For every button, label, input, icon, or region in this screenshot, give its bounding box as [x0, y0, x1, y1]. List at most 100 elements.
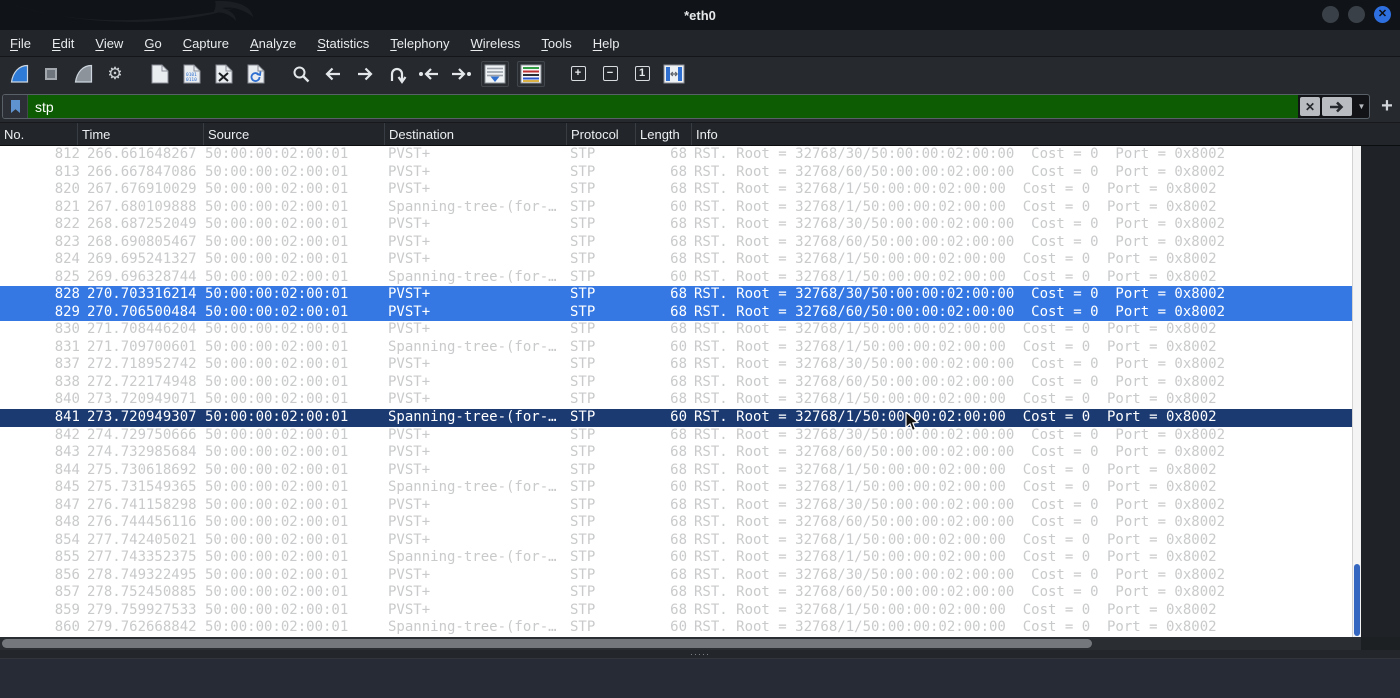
cell-time: 275.730618692 [87, 461, 197, 478]
cell-source: 50:00:00:02:00:01 [205, 531, 349, 548]
menu-file[interactable]: File [10, 36, 31, 51]
packet-row-840[interactable]: 840 273.720949071 50:00:00:02:00:01 PVST+ ST… [0, 391, 1352, 409]
cell-no: 855 [54, 549, 80, 566]
scrollbar-corner [1361, 637, 1400, 650]
packet-row-837[interactable]: 837 272.718952742 50:00:00:02:00:01 PVST+ ST… [0, 356, 1352, 374]
packet-row-847[interactable]: 847 276.741158298 50:00:00:02:00:01 PVST+ ST… [0, 497, 1352, 515]
stop-capture-icon[interactable] [39, 61, 63, 87]
find-packet-icon[interactable] [289, 61, 313, 87]
packet-row-859[interactable]: 859 279.759927533 50:00:00:02:00:01 PVST+ ST… [0, 602, 1352, 620]
cell-protocol: STP [570, 163, 596, 180]
packet-row-831[interactable]: 831 271.709700601 50:00:00:02:00:01 Spannin… [0, 339, 1352, 357]
cell-no: 844 [54, 461, 80, 478]
menu-edit[interactable]: Edit [52, 36, 74, 51]
apply-filter-icon[interactable] [1322, 97, 1352, 116]
previous-packet-icon[interactable] [417, 61, 441, 87]
packet-details-pane[interactable] [0, 658, 1400, 698]
packet-row-824[interactable]: 824 269.695241327 50:00:00:02:00:01 PVST+ ST… [0, 251, 1352, 269]
menu-tools[interactable]: Tools [541, 36, 571, 51]
packet-row-855[interactable]: 855 277.743352375 50:00:00:02:00:01 Spannin… [0, 549, 1352, 567]
menu-telephony[interactable]: Telephony [390, 36, 449, 51]
column-header-no[interactable]: No. [0, 123, 77, 145]
cell-source: 50:00:00:02:00:01 [205, 584, 349, 601]
zoom-in-icon[interactable]: + [566, 61, 590, 87]
normal-size-icon[interactable]: 1 [630, 61, 654, 87]
vertical-scrollbar[interactable] [1352, 146, 1361, 637]
packet-row-821[interactable]: 821 267.680109888 50:00:00:02:00:01 Spannin… [0, 199, 1352, 217]
start-capture-icon[interactable] [7, 61, 31, 87]
cell-time: 272.718952742 [87, 356, 197, 373]
menu-go[interactable]: Go [144, 36, 161, 51]
packet-row-854[interactable]: 854 277.742405021 50:00:00:02:00:01 PVST+ ST… [0, 532, 1352, 550]
next-packet-icon[interactable] [449, 61, 473, 87]
packet-row-838[interactable]: 838 272.722174948 50:00:00:02:00:01 PVST+ ST… [0, 374, 1352, 392]
colorize-icon[interactable] [517, 60, 545, 87]
go-to-packet-icon[interactable] [385, 61, 409, 87]
column-header-protocol[interactable]: Protocol [566, 123, 635, 145]
column-header-source[interactable]: Source [203, 123, 384, 145]
packet-row-820[interactable]: 820 267.676910029 50:00:00:02:00:01 PVST+ ST… [0, 181, 1352, 199]
clear-filter-icon[interactable]: ✕ [1300, 97, 1320, 116]
cell-no: 830 [54, 321, 80, 338]
auto-scroll-icon[interactable] [481, 60, 509, 87]
bookmark-icon[interactable] [3, 95, 28, 118]
packet-row-844[interactable]: 844 275.730618692 50:00:00:02:00:01 PVST+ ST… [0, 462, 1352, 480]
column-header-destination[interactable]: Destination [384, 123, 566, 145]
packet-row-828[interactable]: 828 270.703316214 50:00:00:02:00:01 PVST+ ST… [0, 286, 1352, 304]
packet-row-813[interactable]: 813 266.667847086 50:00:00:02:00:01 PVST+ ST… [0, 164, 1352, 182]
menu-wireless[interactable]: Wireless [471, 36, 521, 51]
zoom-out-icon[interactable]: − [598, 61, 622, 87]
maximize-button[interactable] [1348, 6, 1365, 23]
packet-row-823[interactable]: 823 268.690805467 50:00:00:02:00:01 PVST+ ST… [0, 234, 1352, 252]
cell-protocol: STP [570, 601, 596, 618]
pane-splitter[interactable] [0, 650, 1400, 658]
packet-row-825[interactable]: 825 269.696328744 50:00:00:02:00:01 Spannin… [0, 269, 1352, 287]
packet-row-830[interactable]: 830 271.708446204 50:00:00:02:00:01 PVST+ ST… [0, 321, 1352, 339]
cell-destination: PVST+ [388, 146, 431, 162]
packet-row-841[interactable]: 841 273.720949307 50:00:00:02:00:01 Spannin… [0, 408, 1352, 427]
cell-length: 68 [670, 286, 687, 303]
horizontal-scrollbar-thumb[interactable] [2, 639, 1092, 648]
cell-source: 50:00:00:02:00:01 [205, 373, 349, 390]
cell-time: 269.696328744 [87, 268, 197, 285]
close-file-icon[interactable] [212, 61, 236, 87]
dropdown-caret-icon[interactable]: ▼ [1354, 95, 1369, 118]
column-header-length[interactable]: Length [635, 123, 691, 145]
menu-help[interactable]: Help [593, 36, 620, 51]
menu-analyze[interactable]: Analyze [250, 36, 296, 51]
restart-capture-icon[interactable] [71, 61, 95, 87]
open-file-icon[interactable] [148, 61, 172, 87]
resize-columns-icon[interactable] [662, 61, 686, 87]
splitter-handle-icon[interactable] [690, 651, 710, 657]
cell-info: RST. Root = 32768/1/50:00:00:02:00:00 Co… [694, 531, 1217, 548]
cell-info: RST. Root = 32768/30/50:00:00:02:00:00 C… [694, 356, 1226, 373]
title-bar[interactable]: *eth0 ✕ [0, 0, 1400, 30]
minimize-button[interactable] [1322, 6, 1339, 23]
menu-capture[interactable]: Capture [183, 36, 229, 51]
go-back-icon[interactable] [321, 61, 345, 87]
packet-row-812[interactable]: 812 266.661648267 50:00:00:02:00:01 PVST+ ST… [0, 146, 1352, 164]
vertical-scrollbar-thumb[interactable] [1354, 564, 1360, 636]
packet-row-860[interactable]: 860 279.762668842 50:00:00:02:00:01 Spannin… [0, 619, 1352, 637]
cell-info: RST. Root = 32768/30/50:00:00:02:00:00 C… [694, 216, 1226, 233]
menu-view[interactable]: View [95, 36, 123, 51]
packet-row-829[interactable]: 829 270.706500484 50:00:00:02:00:01 PVST+ ST… [0, 303, 1352, 322]
capture-options-icon[interactable]: ⚙ [103, 61, 127, 87]
menu-statistics[interactable]: Statistics [317, 36, 369, 51]
display-filter-input[interactable]: stp [28, 95, 1298, 118]
add-filter-icon[interactable]: + [1377, 95, 1397, 117]
packet-row-843[interactable]: 843 274.732985684 50:00:00:02:00:01 PVST+ ST… [0, 444, 1352, 462]
cell-info: RST. Root = 32768/1/50:00:00:02:00:00 Co… [694, 549, 1217, 566]
packet-row-845[interactable]: 845 275.731549365 50:00:00:02:00:01 Spannin… [0, 479, 1352, 497]
save-file-icon[interactable]: 0101 0110 [180, 61, 204, 87]
close-button[interactable]: ✕ [1374, 6, 1391, 23]
packet-row-822[interactable]: 822 268.687252049 50:00:00:02:00:01 PVST+ ST… [0, 216, 1352, 234]
go-forward-icon[interactable] [353, 61, 377, 87]
packet-row-842[interactable]: 842 274.729750666 50:00:00:02:00:01 PVST+ ST… [0, 427, 1352, 445]
reload-file-icon[interactable] [244, 61, 268, 87]
packet-row-856[interactable]: 856 278.749322495 50:00:00:02:00:01 PVST+ ST… [0, 567, 1352, 585]
packet-row-848[interactable]: 848 276.744456116 50:00:00:02:00:01 PVST+ ST… [0, 514, 1352, 532]
column-header-time[interactable]: Time [77, 123, 203, 145]
packet-row-857[interactable]: 857 278.752450885 50:00:00:02:00:01 PVST+ ST… [0, 584, 1352, 602]
column-header-info[interactable]: Info [691, 123, 1352, 145]
